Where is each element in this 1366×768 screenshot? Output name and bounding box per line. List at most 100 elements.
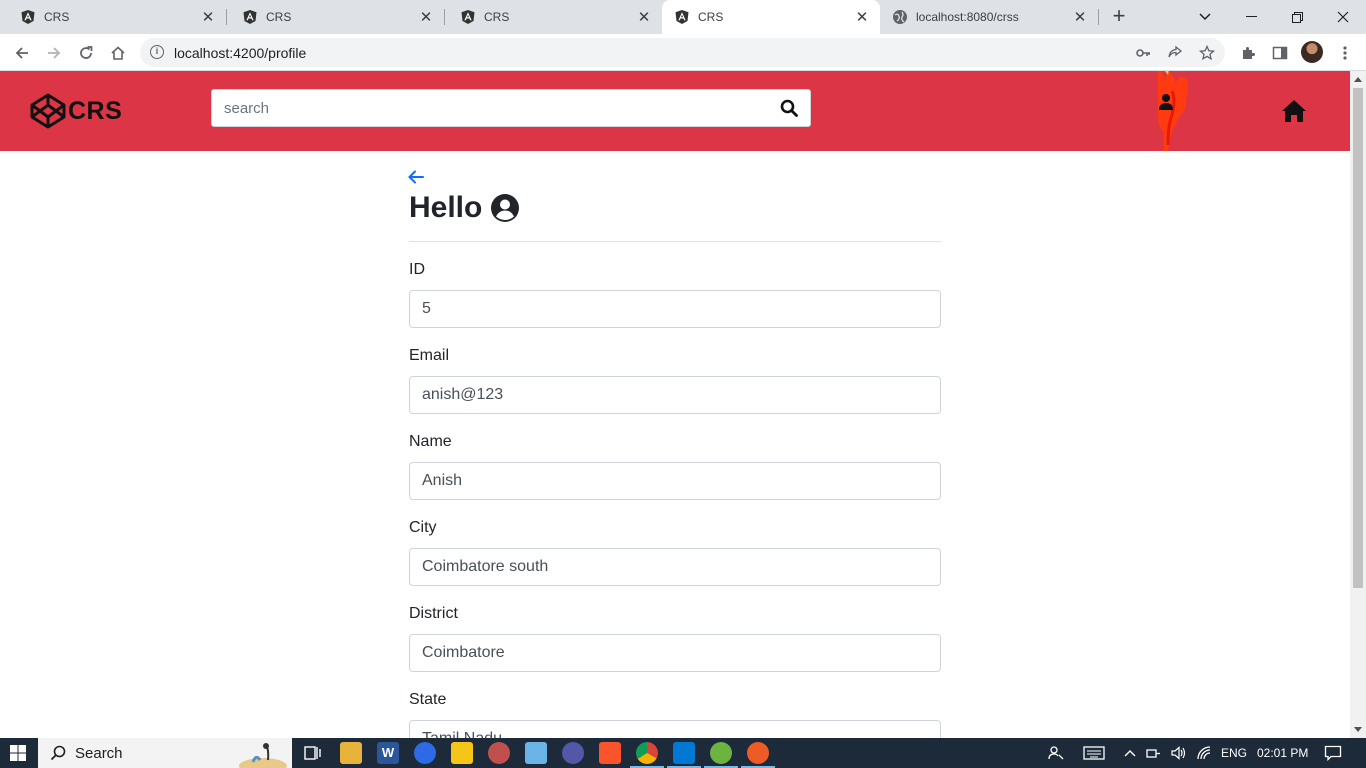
close-icon[interactable]: ✕ bbox=[634, 7, 654, 27]
name-field[interactable] bbox=[409, 462, 941, 500]
page-scrollbar[interactable] bbox=[1350, 71, 1366, 738]
new-tab-button[interactable]: + bbox=[1106, 5, 1132, 29]
codepen-logo-icon bbox=[30, 93, 66, 129]
wifi-icon[interactable] bbox=[1196, 738, 1216, 768]
name-label: Name bbox=[409, 433, 452, 450]
volume-icon[interactable] bbox=[1170, 738, 1190, 768]
angular-icon bbox=[242, 9, 258, 25]
address-bar[interactable]: i localhost:4200/profile bbox=[140, 38, 1225, 67]
spring-tool-icon[interactable] bbox=[704, 742, 738, 768]
vscode-icon[interactable] bbox=[667, 742, 701, 768]
search-icon[interactable] bbox=[780, 99, 798, 117]
email-label: Email bbox=[409, 347, 450, 364]
menu-kebab-icon[interactable] bbox=[1334, 42, 1356, 64]
state-label: State bbox=[409, 691, 447, 708]
scroll-up-icon[interactable] bbox=[1354, 77, 1362, 82]
side-panel-icon[interactable] bbox=[1269, 42, 1291, 64]
zoom-icon[interactable] bbox=[414, 742, 436, 764]
tab-divider bbox=[1098, 9, 1099, 25]
email-field[interactable] bbox=[409, 376, 941, 414]
window-close-icon[interactable] bbox=[1320, 0, 1366, 34]
browser-toolbar: i localhost:4200/profile bbox=[0, 34, 1366, 71]
taskbar-search-label: Search bbox=[75, 745, 123, 762]
close-icon[interactable]: ✕ bbox=[416, 7, 436, 27]
house-icon bbox=[1282, 100, 1306, 122]
reload-icon[interactable] bbox=[72, 39, 100, 67]
brand-logo[interactable]: CRS bbox=[30, 91, 122, 131]
language-indicator[interactable]: ENG bbox=[1221, 738, 1247, 768]
page-viewport: CRS He bbox=[0, 71, 1350, 738]
app-navbar: CRS bbox=[0, 71, 1350, 151]
id-field[interactable] bbox=[409, 290, 941, 328]
user-icon bbox=[1157, 71, 1188, 151]
browser-tab[interactable]: CRS ✕ bbox=[222, 0, 444, 34]
back-icon[interactable] bbox=[8, 39, 36, 67]
file-explorer-icon[interactable] bbox=[340, 742, 362, 764]
search-bar bbox=[211, 89, 811, 127]
close-icon[interactable]: ✕ bbox=[1070, 7, 1090, 27]
windows-logo-icon bbox=[10, 745, 26, 761]
minimize-icon[interactable] bbox=[1228, 0, 1274, 34]
tray-chevron-up-icon[interactable] bbox=[1124, 738, 1138, 768]
restore-icon[interactable] bbox=[1274, 0, 1320, 34]
power-plug-icon[interactable] bbox=[1145, 738, 1165, 768]
angular-icon bbox=[20, 9, 36, 25]
tab-search-icon[interactable] bbox=[1182, 0, 1228, 34]
scroll-down-icon[interactable] bbox=[1354, 727, 1362, 732]
bookmark-star-icon[interactable] bbox=[1198, 44, 1216, 62]
id-label: ID bbox=[409, 261, 425, 278]
chrome-icon[interactable] bbox=[630, 742, 664, 768]
search-input[interactable] bbox=[212, 90, 772, 126]
extensions-icon[interactable] bbox=[1237, 42, 1259, 64]
keyboard-icon[interactable] bbox=[1083, 738, 1107, 768]
home-icon[interactable] bbox=[104, 39, 132, 67]
browser-tab-active[interactable]: CRS ✕ bbox=[662, 0, 880, 34]
close-icon[interactable]: ✕ bbox=[198, 7, 218, 27]
task-view-icon[interactable] bbox=[302, 742, 324, 764]
state-field[interactable] bbox=[409, 720, 941, 738]
notepad-icon[interactable] bbox=[525, 742, 547, 764]
site-info-icon[interactable]: i bbox=[150, 45, 164, 59]
clock[interactable]: 02:01 PM bbox=[1257, 738, 1308, 768]
paint-icon[interactable] bbox=[488, 742, 510, 764]
tab-title: CRS bbox=[44, 10, 70, 24]
browser-tab[interactable]: localhost:8080/crss ✕ bbox=[880, 0, 1098, 34]
notification-icon[interactable] bbox=[1324, 738, 1344, 768]
globe-icon bbox=[892, 9, 908, 25]
postman-icon[interactable] bbox=[741, 742, 775, 768]
search-icon bbox=[50, 745, 66, 761]
divider bbox=[409, 241, 941, 242]
profile-button[interactable] bbox=[1150, 71, 1192, 151]
share-icon[interactable] bbox=[1166, 44, 1184, 62]
tab-title: CRS bbox=[484, 10, 510, 24]
taskbar-search-box[interactable]: Search bbox=[38, 738, 292, 768]
home-button[interactable] bbox=[1281, 99, 1307, 123]
url-text: localhost:4200/profile bbox=[174, 45, 307, 61]
scrollbar-thumb[interactable] bbox=[1353, 88, 1363, 588]
windows-start-button[interactable] bbox=[0, 738, 36, 768]
tab-title: localhost:8080/crss bbox=[916, 10, 1019, 24]
district-field[interactable] bbox=[409, 634, 941, 672]
user-circle-icon bbox=[491, 194, 520, 222]
browser-tab-strip: CRS ✕ CRS ✕ CRS ✕ CRS ✕ localhost:8080/c… bbox=[0, 0, 1366, 34]
forward-icon[interactable] bbox=[40, 39, 68, 67]
people-icon[interactable] bbox=[1048, 738, 1068, 768]
back-arrow-icon[interactable] bbox=[407, 169, 425, 185]
browser-tab[interactable]: CRS ✕ bbox=[440, 0, 662, 34]
key-icon[interactable] bbox=[1134, 44, 1152, 62]
profile-avatar[interactable] bbox=[1301, 41, 1323, 63]
page-heading: Hello bbox=[409, 191, 520, 225]
city-label: City bbox=[409, 519, 437, 536]
tab-title: CRS bbox=[266, 10, 292, 24]
word-icon[interactable]: W bbox=[377, 742, 399, 764]
brave-icon[interactable] bbox=[599, 742, 621, 764]
app-icon[interactable] bbox=[562, 742, 584, 764]
city-field[interactable] bbox=[409, 548, 941, 586]
sticky-notes-icon[interactable] bbox=[451, 742, 473, 764]
brand-text: CRS bbox=[68, 96, 123, 125]
district-label: District bbox=[409, 605, 458, 622]
angular-icon bbox=[460, 9, 476, 25]
close-icon[interactable]: ✕ bbox=[852, 7, 872, 27]
browser-tab[interactable]: CRS ✕ bbox=[0, 0, 226, 34]
windows-taskbar: Search W ENG 02:01 PM bbox=[0, 738, 1366, 768]
